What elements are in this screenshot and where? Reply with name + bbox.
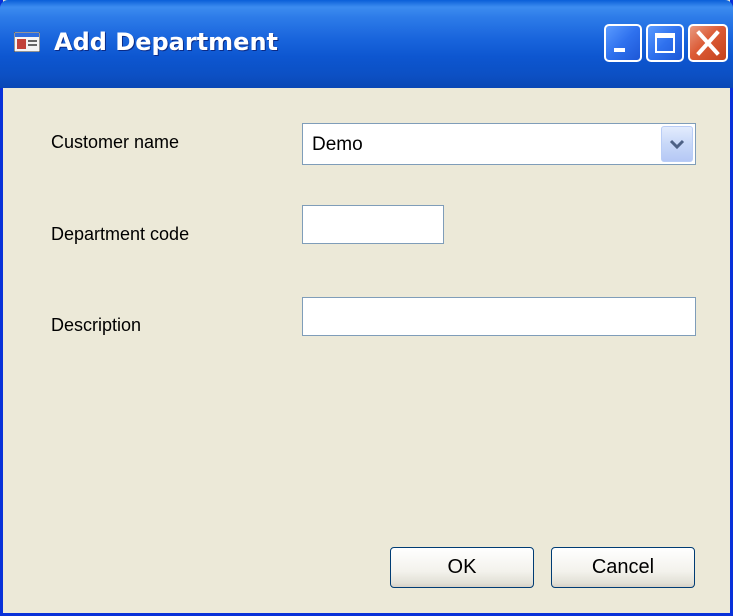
ok-button[interactable]: OK bbox=[390, 547, 534, 588]
dropdown-arrow-button[interactable] bbox=[661, 126, 693, 162]
department-code-label: Department code bbox=[51, 224, 190, 244]
app-icon bbox=[13, 31, 41, 53]
customer-name-dropdown[interactable]: Demo bbox=[302, 123, 696, 165]
close-icon bbox=[696, 30, 720, 56]
department-code-input[interactable] bbox=[302, 205, 444, 244]
chevron-down-icon bbox=[669, 139, 685, 150]
description-input[interactable] bbox=[302, 297, 696, 336]
minimize-button[interactable] bbox=[604, 24, 642, 62]
cancel-button[interactable]: Cancel bbox=[551, 547, 695, 588]
maximize-button[interactable] bbox=[646, 24, 684, 62]
add-department-dialog: Add Department Customer name Demo Depart… bbox=[0, 0, 733, 616]
customer-name-label: Customer name bbox=[51, 132, 180, 152]
minimize-icon bbox=[614, 48, 625, 52]
maximize-icon bbox=[655, 33, 675, 53]
window-title: Add Department bbox=[54, 28, 279, 56]
title-bar[interactable]: Add Department bbox=[0, 0, 733, 88]
customer-name-value: Demo bbox=[312, 134, 363, 155]
close-button[interactable] bbox=[688, 24, 728, 62]
description-label: Description bbox=[51, 315, 142, 335]
